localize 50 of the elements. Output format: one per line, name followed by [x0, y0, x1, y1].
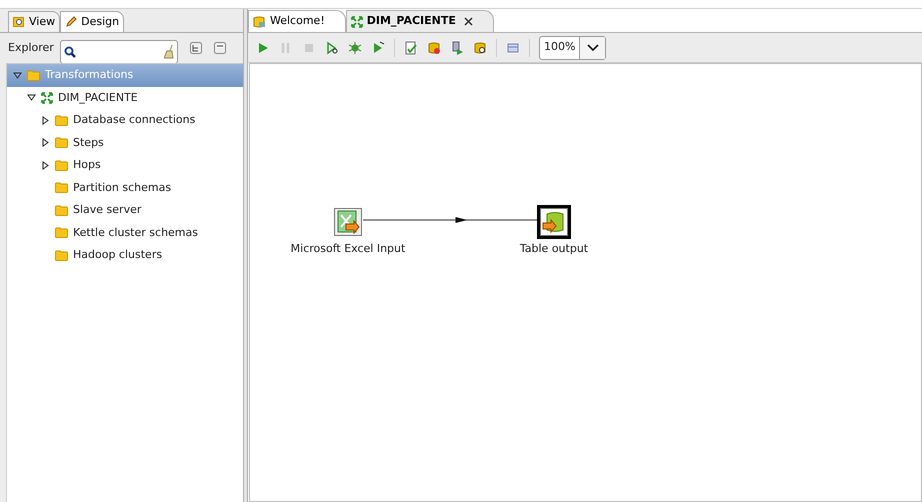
pencil-icon	[65, 16, 78, 28]
collapsed-arrow-icon[interactable]	[41, 138, 50, 148]
expanded-arrow-icon[interactable]	[27, 93, 36, 102]
magnifier-icon	[13, 16, 25, 28]
chevron-down-icon	[586, 44, 599, 52]
folder-icon	[55, 204, 68, 216]
folder-icon	[55, 182, 68, 194]
folder-icon	[27, 70, 40, 81]
collapsed-arrow-icon[interactable]	[41, 116, 50, 125]
collapsed-arrow-icon[interactable]	[41, 160, 50, 170]
folder-icon	[55, 250, 68, 261]
zoom-dropdown[interactable]: 100%	[539, 36, 606, 60]
editor-tab[interactable]: Welcome!	[248, 10, 346, 32]
folder-icon	[55, 114, 68, 126]
broom-icon[interactable]	[164, 45, 174, 59]
expand-all-icon[interactable]	[190, 42, 202, 54]
database-icon[interactable]	[427, 40, 441, 54]
tree-item[interactable]: Steps	[7, 132, 243, 154]
close-icon[interactable]	[464, 17, 473, 26]
expanded-arrow-icon[interactable]	[13, 70, 22, 80]
tree-item[interactable]: Database connections	[7, 109, 243, 132]
panel-tab[interactable]: View	[8, 11, 60, 32]
export-icon[interactable]	[450, 40, 464, 54]
database-icon	[253, 16, 266, 28]
folder-icon	[55, 227, 68, 238]
cross-arrows-icon	[41, 92, 53, 104]
panel-icon[interactable]	[506, 40, 520, 54]
search-icon	[64, 46, 76, 58]
tree-item[interactable]: Slave server	[7, 199, 243, 222]
panel-tab[interactable]: Design	[60, 11, 124, 32]
folder-icon	[55, 137, 68, 148]
tree-item[interactable]: Partition schemas	[7, 176, 243, 199]
step-label: Table output	[520, 241, 588, 257]
checklist-icon[interactable]	[404, 40, 418, 54]
tree-item[interactable]: Kettle cluster schemas	[7, 222, 243, 244]
editor-tab[interactable]: DIM_PACIENTE	[346, 10, 494, 32]
collapse-all-icon[interactable]	[214, 42, 226, 54]
run-icon[interactable]	[256, 40, 270, 54]
step-label: Microsoft Excel Input	[290, 241, 406, 257]
replay-icon[interactable]	[371, 40, 385, 54]
tree-item[interactable]: Hops	[7, 154, 243, 176]
cross-arrows-icon	[350, 16, 363, 28]
explorer-label: Explorer	[8, 40, 54, 56]
tree-item[interactable]: DIM_PACIENTE	[7, 86, 243, 109]
search-field[interactable]	[60, 40, 178, 64]
hop-arrow[interactable]	[363, 214, 540, 226]
tree-item[interactable]: Hadoop clusters	[7, 244, 243, 266]
preview-icon[interactable]	[325, 40, 339, 54]
database-search-icon[interactable]	[473, 40, 487, 54]
folder-icon	[55, 160, 68, 171]
